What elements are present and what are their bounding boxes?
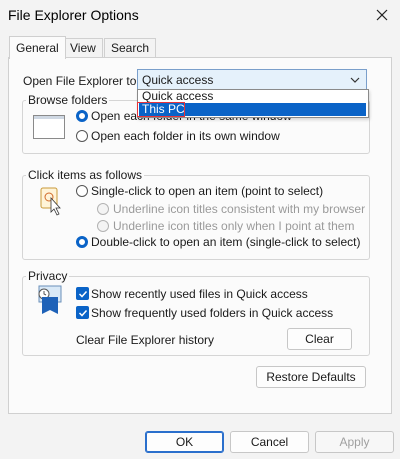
- checkbox-recent-files[interactable]: [76, 287, 89, 300]
- radio-underline-browser[interactable]: [97, 203, 109, 215]
- underline-browser-label: Underline icon titles consistent with my…: [113, 202, 366, 216]
- tab-search[interactable]: Search: [104, 38, 157, 58]
- close-icon: [376, 9, 388, 21]
- clear-button[interactable]: Clear: [287, 328, 352, 350]
- open-explorer-label: Open File Explorer to:: [23, 74, 140, 88]
- restore-defaults-button[interactable]: Restore Defaults: [256, 366, 366, 388]
- single-click-label: Single-click to open an item (point to s…: [91, 184, 324, 198]
- clear-history-label: Clear File Explorer history: [76, 333, 215, 347]
- close-button[interactable]: [366, 2, 398, 28]
- radio-underline-point[interactable]: [97, 220, 109, 232]
- frequent-folders-label: Show frequently used folders in Quick ac…: [91, 306, 334, 320]
- underline-point-label: Underline icon titles only when I point …: [113, 219, 355, 233]
- cursor-click-icon: [40, 187, 61, 216]
- privacy-icon: [38, 285, 62, 314]
- checkmark-icon: [78, 290, 87, 298]
- checkmark-icon: [78, 309, 87, 317]
- tab-general[interactable]: General: [9, 36, 66, 59]
- chevron-down-icon: [350, 77, 360, 83]
- browse-folders-title: Browse folders: [26, 93, 110, 107]
- open-explorer-select[interactable]: Quick access: [137, 69, 367, 91]
- double-click-label: Double-click to open an item (single-cli…: [91, 235, 361, 249]
- highlight-box: [137, 102, 185, 117]
- option-own-window-label: Open each folder in its own window: [91, 129, 280, 143]
- checkbox-frequent-folders[interactable]: [76, 306, 89, 319]
- tab-view[interactable]: View: [63, 38, 103, 58]
- radio-same-window[interactable]: [76, 110, 88, 122]
- window-icon: [33, 115, 65, 139]
- apply-button[interactable]: Apply: [315, 431, 394, 453]
- radio-double-click[interactable]: [76, 236, 88, 248]
- radio-single-click[interactable]: [76, 185, 88, 197]
- radio-own-window[interactable]: [76, 130, 88, 142]
- ok-button[interactable]: OK: [145, 431, 224, 453]
- privacy-title: Privacy: [26, 269, 70, 283]
- open-explorer-value: Quick access: [142, 73, 214, 87]
- recent-files-label: Show recently used files in Quick access: [91, 287, 308, 301]
- cancel-button[interactable]: Cancel: [230, 431, 309, 453]
- window-title: File Explorer Options: [8, 7, 139, 23]
- click-items-title: Click items as follows: [26, 168, 145, 182]
